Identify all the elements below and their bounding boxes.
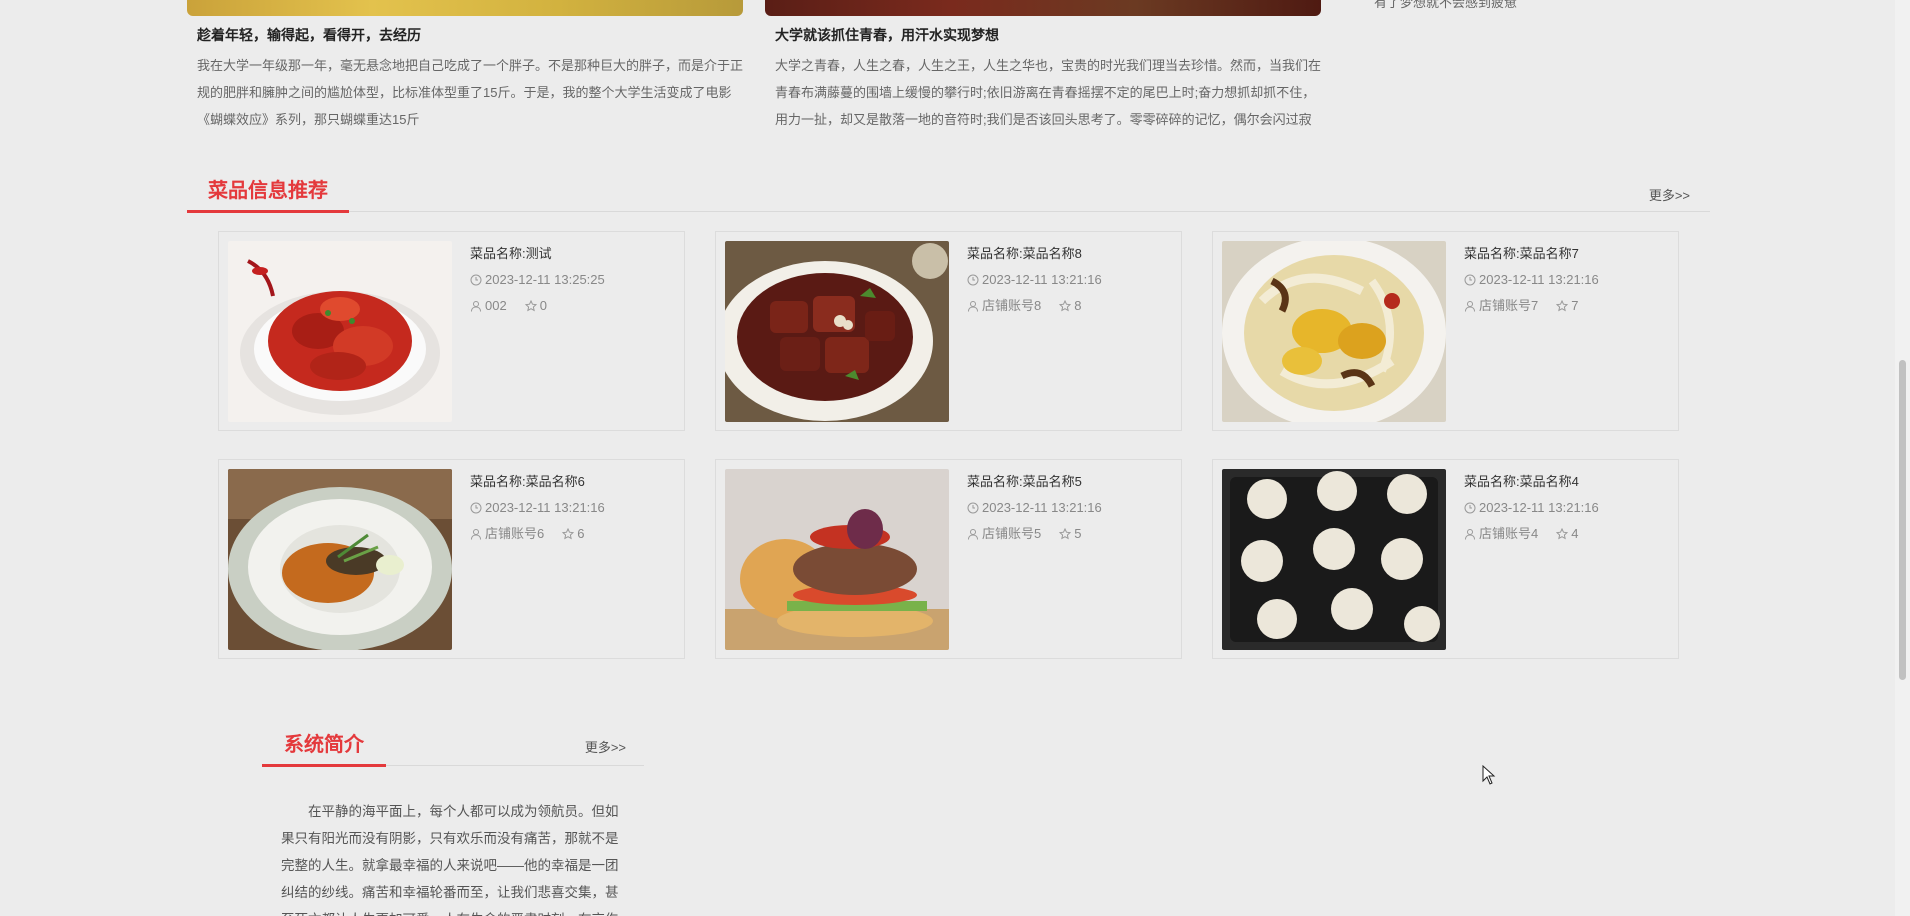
dish-card[interactable]: 菜品名称:测试 2023-12-11 13:25:25 002 0 (218, 231, 685, 431)
clock-icon (1464, 274, 1476, 286)
more-link[interactable]: 更多>> (585, 737, 626, 756)
dish-time-text: 2023-12-11 13:21:16 (982, 500, 1102, 515)
scrollbar-thumb[interactable] (1899, 360, 1906, 680)
intro-section-header: 系统简介 更多>> (262, 727, 644, 767)
user-icon (968, 301, 978, 312)
star-icon (1556, 528, 1569, 540)
dish-card[interactable]: 菜品名称:菜品名称8 2023-12-11 13:21:16 店铺账号8 8 (715, 231, 1182, 431)
dish-name[interactable]: 菜品名称:菜品名称8 (967, 244, 1167, 264)
news-side-text: 有了梦想就不会感到疲惫 (1374, 0, 1518, 10)
star-icon (1059, 300, 1072, 312)
dish-name[interactable]: 菜品名称:菜品名称4 (1464, 472, 1664, 492)
page-scrollbar[interactable] (1895, 0, 1910, 916)
clock-icon (470, 502, 482, 514)
dish-time-text: 2023-12-11 13:21:16 (982, 272, 1102, 287)
dish-card[interactable]: 菜品名称:菜品名称7 2023-12-11 13:21:16 店铺账号7 7 (1212, 231, 1679, 431)
dish-time: 2023-12-11 13:21:16 (967, 270, 1167, 290)
star-icon (562, 528, 575, 540)
user-icon (471, 529, 481, 540)
section-title: 系统简介 (262, 729, 386, 767)
dish-image[interactable] (725, 241, 949, 422)
dish-time: 2023-12-11 13:21:16 (1464, 270, 1664, 290)
dish-time-text: 2023-12-11 13:21:16 (1479, 500, 1599, 515)
dish-meta: 店铺账号5 5 (967, 524, 1167, 544)
star-icon (1059, 528, 1072, 540)
dish-meta: 002 0 (470, 296, 670, 316)
dish-name[interactable]: 菜品名称:菜品名称6 (470, 472, 670, 492)
dish-info: 菜品名称:菜品名称6 2023-12-11 13:21:16 店铺账号6 6 (470, 472, 670, 544)
clock-icon (1464, 502, 1476, 514)
dish-info: 菜品名称:菜品名称4 2023-12-11 13:21:16 店铺账号4 4 (1464, 472, 1664, 544)
news-excerpt: 大学之青春，人生之春，人生之王，人生之华也，宝贵的时光我们理当去珍惜。然而，当我… (775, 58, 1321, 127)
dish-info: 菜品名称:菜品名称8 2023-12-11 13:21:16 店铺账号8 8 (967, 244, 1167, 316)
clock-icon (967, 502, 979, 514)
dish-image[interactable] (228, 469, 452, 650)
dish-stars: 0 (539, 298, 547, 313)
dish-stars: 5 (1074, 526, 1082, 541)
dish-time-text: 2023-12-11 13:21:16 (485, 500, 605, 515)
clock-icon (967, 274, 979, 286)
section-title: 菜品信息推荐 (187, 175, 349, 213)
dish-time-text: 2023-12-11 13:21:16 (1479, 272, 1599, 287)
dish-card[interactable]: 菜品名称:菜品名称4 2023-12-11 13:21:16 店铺账号4 4 (1212, 459, 1679, 659)
dish-image[interactable] (228, 241, 452, 422)
dish-stars: 8 (1074, 298, 1082, 313)
dish-card[interactable]: 菜品名称:菜品名称6 2023-12-11 13:21:16 店铺账号6 6 (218, 459, 685, 659)
news-excerpt: 我在大学一年级那一年，毫无悬念地把自己吃成了一个胖子。不是那种巨大的胖子，而是介… (197, 58, 743, 127)
dish-meta: 店铺账号4 4 (1464, 524, 1664, 544)
dishes-section-header: 菜品信息推荐 更多>> (187, 173, 1710, 213)
dish-shop: 店铺账号4 (1479, 526, 1539, 541)
dish-shop: 店铺账号7 (1479, 298, 1539, 313)
dish-shop: 002 (485, 298, 507, 313)
dish-time: 2023-12-11 13:21:16 (1464, 498, 1664, 518)
dish-card[interactable]: 菜品名称:菜品名称5 2023-12-11 13:21:16 店铺账号5 5 (715, 459, 1182, 659)
dish-time: 2023-12-11 13:21:16 (470, 498, 670, 518)
dish-stars: 6 (577, 526, 585, 541)
news-title[interactable]: 大学就该抓住青春，用汗水实现梦想 (775, 26, 1321, 44)
dish-name[interactable]: 菜品名称:测试 (470, 244, 670, 264)
news-title[interactable]: 趁着年轻，输得起，看得开，去经历 (197, 26, 743, 44)
user-icon (1465, 529, 1475, 540)
dish-shop: 店铺账号5 (982, 526, 1042, 541)
user-icon (471, 301, 481, 312)
dish-stars: 7 (1571, 298, 1579, 313)
dish-info: 菜品名称:菜品名称7 2023-12-11 13:21:16 店铺账号7 7 (1464, 244, 1664, 316)
news-thumbnail[interactable] (765, 0, 1321, 16)
dish-time: 2023-12-11 13:25:25 (470, 270, 670, 290)
dish-name[interactable]: 菜品名称:菜品名称7 (1464, 244, 1664, 264)
dish-meta: 店铺账号8 8 (967, 296, 1167, 316)
dish-shop: 店铺账号6 (485, 526, 545, 541)
news-card[interactable]: 大学就该抓住青春，用汗水实现梦想 大学之青春，人生之春，人生之王，人生之华也，宝… (765, 0, 1321, 133)
dish-info: 菜品名称:菜品名称5 2023-12-11 13:21:16 店铺账号5 5 (967, 472, 1167, 544)
star-icon (524, 300, 537, 312)
clock-icon (470, 274, 482, 286)
dish-time: 2023-12-11 13:21:16 (967, 498, 1167, 518)
dish-image[interactable] (1222, 469, 1446, 650)
news-thumbnail[interactable] (187, 0, 743, 16)
mouse-cursor-icon (1482, 765, 1496, 785)
user-icon (968, 529, 978, 540)
news-strip: 趁着年轻，输得起，看得开，去经历 我在大学一年级那一年，毫无悬念地把自己吃成了一… (187, 0, 1710, 140)
dish-image[interactable] (1222, 241, 1446, 422)
dish-meta: 店铺账号6 6 (470, 524, 670, 544)
star-icon (1556, 300, 1569, 312)
dish-image[interactable] (725, 469, 949, 650)
user-icon (1465, 301, 1475, 312)
more-link[interactable]: 更多>> (1649, 185, 1690, 204)
dish-time-text: 2023-12-11 13:25:25 (485, 272, 605, 287)
dish-meta: 店铺账号7 7 (1464, 296, 1664, 316)
dish-shop: 店铺账号8 (982, 298, 1042, 313)
dish-name[interactable]: 菜品名称:菜品名称5 (967, 472, 1167, 492)
intro-text: 在平静的海平面上，每个人都可以成为领航员。但如果只有阳光而没有阴影，只有欢乐而没… (281, 804, 619, 916)
dish-stars: 4 (1571, 526, 1579, 541)
news-card[interactable]: 趁着年轻，输得起，看得开，去经历 我在大学一年级那一年，毫无悬念地把自己吃成了一… (187, 0, 743, 133)
dish-info: 菜品名称:测试 2023-12-11 13:25:25 002 0 (470, 244, 670, 316)
